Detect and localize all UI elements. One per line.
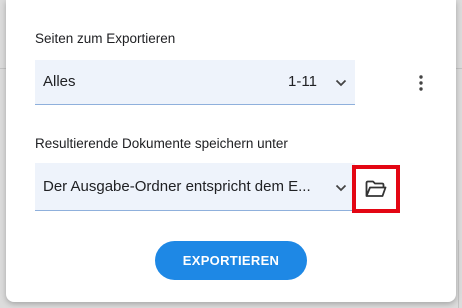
- backdrop-divider: [458, 240, 459, 308]
- browse-folder-button[interactable]: [352, 165, 400, 213]
- pages-select-value: Alles: [43, 73, 76, 90]
- location-label: Resultierende Dokumente speichern unter: [35, 136, 288, 151]
- location-select-value: Der Ausgabe-Ordner entspricht dem E...: [43, 178, 311, 195]
- chevron-down-icon: [335, 184, 347, 192]
- pages-range: 1-11: [288, 73, 317, 90]
- export-dialog: Seiten zum Exportieren Alles 1-11 Result…: [6, 0, 456, 302]
- pages-label: Seiten zum Exportieren: [35, 31, 176, 46]
- more-vert-icon[interactable]: [411, 72, 431, 94]
- location-select[interactable]: Der Ausgabe-Ordner entspricht dem E...: [35, 163, 355, 211]
- pages-select[interactable]: Alles 1-11: [35, 60, 355, 105]
- export-button[interactable]: EXPORTIEREN: [155, 241, 307, 280]
- folder-open-icon: [365, 180, 387, 197]
- backdrop-divider: [456, 68, 462, 69]
- chevron-down-icon: [335, 79, 347, 87]
